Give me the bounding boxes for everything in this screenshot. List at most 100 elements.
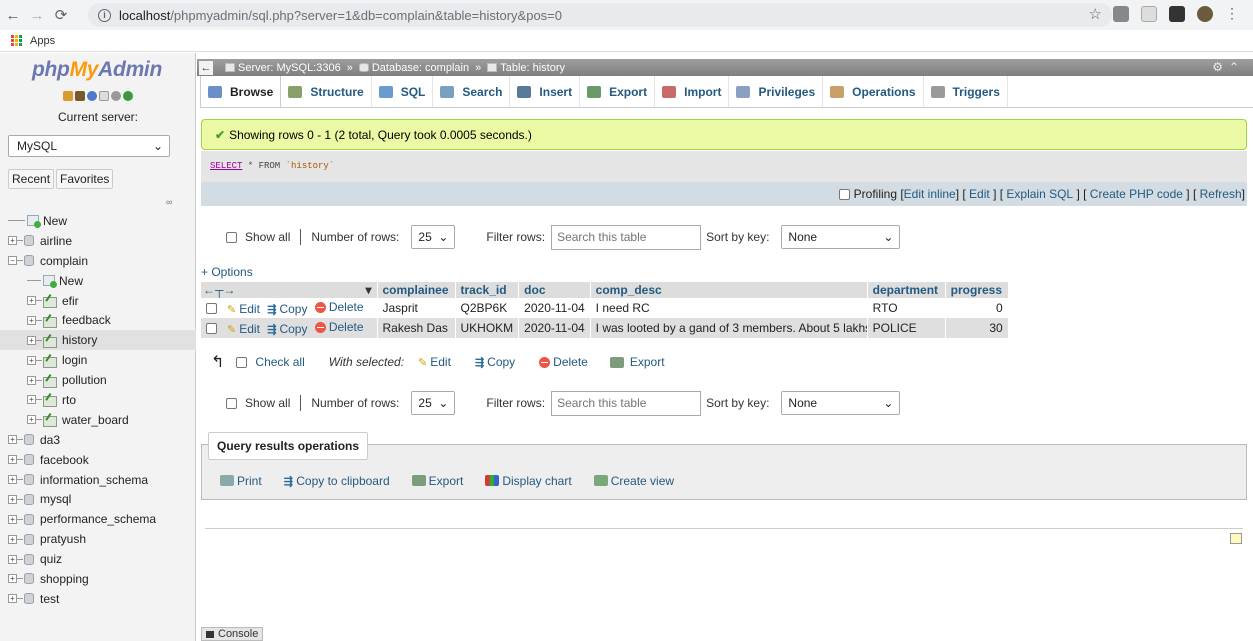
- column-header-complainee[interactable]: complainee: [377, 282, 456, 298]
- cell-complainee[interactable]: Jasprit: [377, 298, 456, 318]
- column-header-doc[interactable]: doc: [518, 282, 591, 298]
- forward-icon[interactable]: →: [26, 4, 48, 26]
- expand-icon[interactable]: +: [8, 594, 17, 604]
- bulk-export-button[interactable]: Export: [609, 355, 665, 369]
- tab-search[interactable]: Search: [433, 76, 511, 107]
- filter-input[interactable]: Search this table: [551, 390, 702, 416]
- tree-item-water-board[interactable]: + water_board: [0, 410, 196, 430]
- tree-item-quiz[interactable]: + quiz: [0, 549, 196, 569]
- tab-privileges[interactable]: Privileges: [729, 76, 824, 107]
- expand-icon[interactable]: +: [8, 475, 17, 485]
- home-icon[interactable]: [63, 91, 73, 101]
- row-delete-button[interactable]: Delete: [314, 320, 364, 334]
- tree-item-da3[interactable]: + da3: [0, 430, 196, 450]
- column-header-progress[interactable]: progress: [945, 282, 1009, 298]
- server-select[interactable]: MySQL ⌄: [8, 135, 170, 157]
- site-info-icon[interactable]: i: [98, 8, 111, 22]
- bulk-copy-button[interactable]: ⇶ Copy: [475, 355, 515, 369]
- reload-nav-icon[interactable]: [123, 91, 133, 101]
- tree-item-performance-schema[interactable]: + performance_schema: [0, 509, 196, 529]
- expand-icon[interactable]: +: [8, 514, 17, 524]
- copy-clipboard-link[interactable]: ⇶ Copy to clipboard: [284, 474, 390, 488]
- tree-item-rto[interactable]: + rto: [0, 390, 196, 410]
- tree-item-login[interactable]: + login: [0, 350, 196, 370]
- breadcrumb-database[interactable]: Database: complain: [372, 62, 469, 74]
- expand-icon[interactable]: +: [8, 455, 17, 465]
- expand-icon[interactable]: +: [27, 375, 36, 385]
- row-copy-button[interactable]: ⇶ Copy: [267, 302, 307, 316]
- tab-insert[interactable]: Insert: [510, 76, 581, 107]
- cell-progress[interactable]: 0: [945, 298, 1009, 318]
- settings-icon[interactable]: ⚙⌃: [1212, 60, 1245, 74]
- cell-progress[interactable]: 30: [945, 318, 1009, 338]
- help-icon[interactable]: [87, 91, 97, 101]
- column-header-track-id[interactable]: track_id: [455, 282, 520, 298]
- tree-item-pratyush[interactable]: + pratyush: [0, 529, 196, 549]
- rows-select[interactable]: 25 ⌄: [411, 225, 456, 249]
- tree-item-efir[interactable]: + efir: [0, 291, 196, 311]
- row-copy-button[interactable]: ⇶ Copy: [267, 322, 307, 336]
- tree-item-facebook[interactable]: + facebook: [0, 450, 196, 470]
- row-checkbox[interactable]: [206, 322, 217, 334]
- extension-icon[interactable]: [1141, 5, 1157, 22]
- expand-icon[interactable]: +: [8, 574, 17, 584]
- expand-icon[interactable]: +: [27, 296, 36, 305]
- sort-triangle-icon[interactable]: ▾: [365, 283, 371, 297]
- expand-icon[interactable]: +: [27, 315, 36, 325]
- tree-item-test[interactable]: + test: [0, 589, 196, 609]
- cell-department[interactable]: POLICE: [867, 318, 946, 338]
- tree-item-mysql[interactable]: + mysql: [0, 489, 196, 509]
- tree-item-information-schema[interactable]: + information_schema: [0, 470, 196, 490]
- tab-import[interactable]: Import: [655, 76, 730, 107]
- expand-icon[interactable]: +: [8, 435, 17, 445]
- column-header-department[interactable]: department: [867, 282, 946, 298]
- row-edit-button[interactable]: ✎ Edit: [227, 322, 260, 336]
- cell-doc[interactable]: 2020-11-04: [518, 318, 591, 338]
- reload-icon[interactable]: ⟳: [50, 4, 72, 26]
- expand-icon[interactable]: +: [27, 395, 36, 405]
- cell-comp-desc[interactable]: I need RC: [590, 298, 868, 318]
- options-link[interactable]: + Options: [201, 265, 253, 279]
- favorites-button[interactable]: Favorites: [56, 169, 114, 189]
- create-view-link[interactable]: Create view: [593, 474, 674, 488]
- notes-icon[interactable]: [1230, 533, 1242, 544]
- cell-complainee[interactable]: Rakesh Das: [377, 318, 456, 338]
- row-delete-button[interactable]: Delete: [314, 300, 364, 314]
- tab-sql[interactable]: SQL: [372, 76, 434, 107]
- display-chart-link[interactable]: Display chart: [485, 474, 572, 488]
- tree-item-New[interactable]: New: [0, 211, 196, 231]
- tab-triggers[interactable]: Triggers: [924, 76, 1008, 107]
- check-all-label[interactable]: Check all: [255, 355, 304, 369]
- tree-item-pollution[interactable]: + pollution: [0, 370, 196, 390]
- row-checkbox[interactable]: [206, 302, 217, 314]
- settings-icon[interactable]: [111, 91, 121, 101]
- collapse-icon[interactable]: ←: [199, 60, 213, 75]
- refresh-link[interactable]: Refresh: [1200, 187, 1242, 201]
- column-header-comp-desc[interactable]: comp_desc: [590, 282, 868, 298]
- extension-icon[interactable]: [1113, 5, 1129, 22]
- profiling-checkbox[interactable]: [838, 188, 850, 200]
- collapse-icon[interactable]: −: [8, 256, 17, 266]
- apps-grid-icon[interactable]: [11, 34, 23, 47]
- tab-export[interactable]: Export: [580, 76, 656, 107]
- bulk-delete-button[interactable]: Delete: [539, 355, 588, 369]
- sort-select[interactable]: None ⌄: [781, 225, 901, 249]
- cell-comp-desc[interactable]: I was looted by a gand of 3 members. Abo…: [590, 318, 868, 338]
- edit-sql-link[interactable]: Edit: [969, 187, 990, 201]
- expand-icon[interactable]: +: [27, 335, 36, 345]
- expand-icon[interactable]: +: [8, 554, 17, 564]
- create-php-link[interactable]: Create PHP code: [1090, 187, 1183, 201]
- cell-track-id[interactable]: Q2BP6K: [455, 298, 520, 318]
- print-link[interactable]: Print: [220, 474, 262, 488]
- filter-input[interactable]: Search this table: [551, 224, 702, 250]
- cell-track-id[interactable]: UKHOKM: [455, 318, 520, 338]
- row-edit-button[interactable]: ✎ Edit: [227, 302, 260, 316]
- tree-item-shopping[interactable]: + shopping: [0, 569, 196, 589]
- tab-browse[interactable]: Browse: [200, 76, 282, 107]
- phpmyadmin-logo[interactable]: phpMyAdmin: [32, 58, 162, 82]
- tree-item-feedback[interactable]: + feedback: [0, 310, 196, 330]
- breadcrumb-server[interactable]: Server: MySQL:3306: [238, 62, 341, 74]
- tab-operations[interactable]: Operations: [823, 76, 924, 107]
- breadcrumb-table[interactable]: Table: history: [500, 62, 565, 74]
- check-all-checkbox[interactable]: [236, 356, 248, 368]
